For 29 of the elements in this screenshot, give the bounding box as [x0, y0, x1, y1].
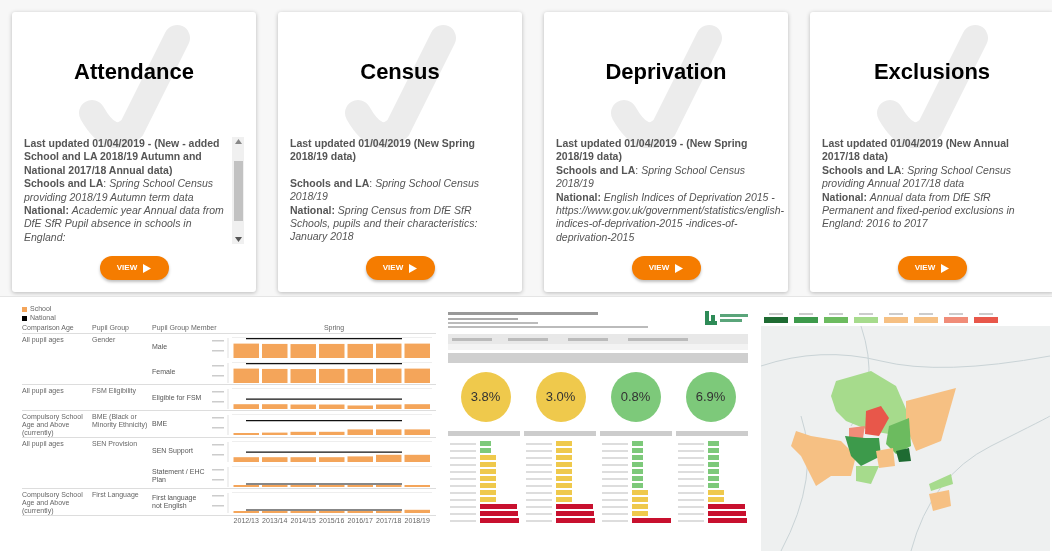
source-note: National: Academic year Annual data from DfE SfR Pupil absence in schools in England:: [24, 204, 225, 245]
update-note: Last updated 01/04/2019 (New Annual 2017/18 data): [822, 137, 1010, 164]
council-logo-icon: [705, 311, 750, 325]
update-note: Last updated 01/04/2019 - (New - added School and LA 2018/19 Autumn and National 2017/18 Annual data): [24, 137, 221, 178]
view-button[interactable]: VIEW: [99, 256, 169, 280]
source-note: Schools and LA: Spring School Census providing 2018/19 Autumn term data: [24, 177, 215, 205]
play-icon: [143, 263, 152, 273]
source-note: National: Spring Census from DfE SfR Schools, pupils and their characteristics: January 2018: [290, 203, 479, 244]
card-title: Attendance: [74, 59, 194, 85]
view-button[interactable]: VIEW: [365, 256, 435, 280]
play-icon: [409, 263, 418, 273]
play-icon: [941, 263, 950, 273]
play-icon: [675, 263, 684, 273]
scrollbar[interactable]: [232, 137, 244, 245]
update-note: Last updated 01/04/2019 - (New Spring 2018/19 data): [556, 137, 749, 164]
source-note: Schools and LA: Spring School Census providing Annual 2017/18 data: [822, 163, 1013, 191]
card-title: Deprivation: [605, 59, 727, 85]
scroll-thumb[interactable]: [233, 160, 243, 221]
view-button[interactable]: VIEW: [631, 256, 701, 280]
update-note: Last updated 01/04/2019 (New Spring 2018/19 data): [290, 137, 476, 164]
card-title: Census: [360, 59, 440, 85]
card-title: Exclusions: [873, 59, 991, 85]
source-note: National: Annual data from DfE SfR Permanent and fixed-period exclusions in England: 2016 to 2017: [822, 190, 1016, 231]
source-note: Schools and LA: Spring School Census 2018/19: [556, 163, 747, 191]
source-note: National: English Indices of Deprivation 2015 - https://www.gov.uk/government/statistics/english-indices-of-deprivation-2015 -indices-of-deprivation-2015: [556, 190, 784, 245]
scroll-down-icon: [234, 237, 242, 243]
scroll-up-icon: [234, 139, 242, 144]
source-note: Schools and LA: Spring School Census 2018/19: [290, 176, 481, 204]
view-button[interactable]: VIEW: [897, 256, 967, 280]
